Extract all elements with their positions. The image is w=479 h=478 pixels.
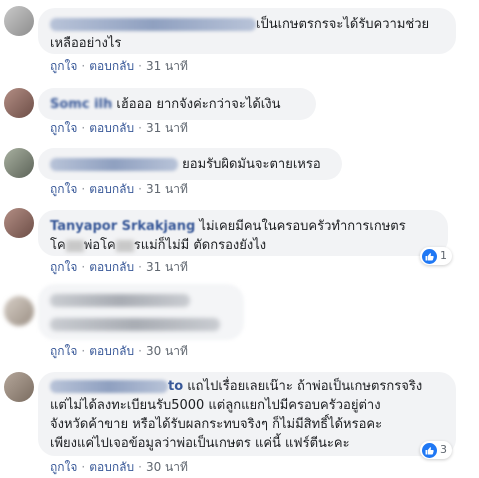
comment-actions: ถูกใจ · ตอบกลับ · 30 นาที [50, 459, 188, 475]
reaction-count[interactable]: 3 [420, 441, 452, 459]
comment-actions: ถูกใจ · ตอบกลับ · 31 นาที [50, 120, 188, 136]
like-link[interactable]: ถูกใจ [50, 181, 77, 197]
censored-fragment [115, 239, 134, 252]
like-link[interactable]: ถูกใจ [50, 58, 77, 74]
timestamp[interactable]: 30 นาที [146, 343, 188, 359]
comment-actions: ถูกใจ · ตอบกลับ · 31 นาที [50, 181, 188, 197]
comment-author[interactable]: Somc ilh [50, 97, 112, 112]
avatar[interactable] [4, 208, 34, 238]
reaction-number: 1 [440, 249, 447, 262]
reaction-number: 3 [440, 443, 447, 456]
comment-actions: ถูกใจ · ตอบกลับ · 31 นาที [50, 58, 188, 74]
comment-text: ยอมรับผิดมันจะตายเหรอ [182, 157, 321, 172]
like-link[interactable]: ถูกใจ [50, 259, 77, 275]
blurred-author-name[interactable] [50, 158, 178, 171]
avatar[interactable] [4, 88, 34, 118]
reply-link[interactable]: ตอบกลับ [89, 459, 134, 475]
reply-link[interactable]: ตอบกลับ [89, 58, 134, 74]
comment-text: เฮ้อออ ยากจังค่ะกว่าจะได้เงิน [116, 97, 281, 112]
blurred-text [50, 318, 220, 331]
comment-text-fragment: พ่อโค [83, 238, 116, 253]
comment-text-line-1: เป็นเกษตรกรจะได้รับความช่วย [256, 17, 430, 32]
comment-bubble: ยอมรับผิดมันจะตายเหรอ [38, 148, 342, 180]
comment-bubble: Tanyapor Srkakjang ไม่เคยมีคนในครอบครัวท… [38, 210, 448, 256]
comment-text-line-2: เหลืออย่างไร [50, 36, 122, 51]
like-link[interactable]: ถูกใจ [50, 120, 77, 136]
comment-bubble: Somc ilh เฮ้อออ ยากจังค่ะกว่าจะได้เงิน [38, 88, 316, 120]
timestamp[interactable]: 31 นาที [146, 120, 188, 136]
comment-author[interactable]: Tanyapor Srkakjang [50, 219, 195, 234]
avatar[interactable] [4, 6, 34, 36]
comment-text-line-3: จังหวัดค้าขาย หรือได้รับผลกระทบจริงๆ ก็ไ… [50, 417, 383, 432]
comment-bubble: เป็นเกษตรกรจะได้รับความช่วย เหลืออย่างไร [38, 8, 456, 54]
timestamp[interactable]: 31 นาที [146, 181, 188, 197]
comment-bubble: to แถไปเรื่อยเลยเน๊าะ ถ้าพ่อเป็นเกษตรกรจ… [38, 372, 456, 456]
like-link[interactable]: ถูกใจ [50, 459, 77, 475]
timestamp[interactable]: 30 นาที [146, 459, 188, 475]
avatar[interactable] [4, 148, 34, 178]
comment-text-line-1: แถไปเรื่อยเลยเน๊าะ ถ้าพ่อเป็นเกษตรกรจริง [187, 379, 423, 394]
comment-text-line-2: แต่ไม่ได้ลงทะเบียนรับ5000 แต่ลูกแยกไปมีค… [50, 398, 381, 413]
like-link[interactable]: ถูกใจ [50, 343, 77, 359]
comment-bubble [38, 284, 244, 340]
blurred-text [50, 294, 190, 307]
blurred-author-name[interactable] [50, 380, 168, 393]
avatar[interactable] [4, 372, 34, 402]
like-reaction-icon [422, 442, 437, 458]
comment-actions: ถูกใจ · ตอบกลับ · 30 นาที [50, 343, 188, 359]
reply-link[interactable]: ตอบกลับ [89, 181, 134, 197]
reply-link[interactable]: ตอบกลับ [89, 120, 134, 136]
comment-text-line-1: ไม่เคยมีคนในครอบครัวทำการเกษตร [199, 219, 406, 234]
avatar[interactable] [4, 296, 34, 326]
reaction-count[interactable]: 1 [420, 247, 452, 265]
like-reaction-icon [422, 248, 437, 264]
timestamp[interactable]: 31 นาที [146, 259, 188, 275]
comment-text-fragment: รแม่ก็ไม่มี ตัดกรองยังไง [133, 238, 267, 253]
comment-text-fragment: โค [50, 238, 66, 253]
reply-link[interactable]: ตอบกลับ [89, 259, 134, 275]
timestamp[interactable]: 31 นาที [146, 58, 188, 74]
blurred-author-name[interactable] [50, 18, 256, 31]
reply-link[interactable]: ตอบกลับ [89, 343, 134, 359]
comment-actions: ถูกใจ · ตอบกลับ · 31 นาที [50, 259, 188, 275]
comment-author[interactable]: to [168, 379, 183, 394]
censored-fragment [65, 239, 84, 252]
comment-text-line-4: เพียงแค่ไปเจอข้อมูลว่าพ่อเป็นเกษตร แค่นี… [50, 436, 350, 451]
